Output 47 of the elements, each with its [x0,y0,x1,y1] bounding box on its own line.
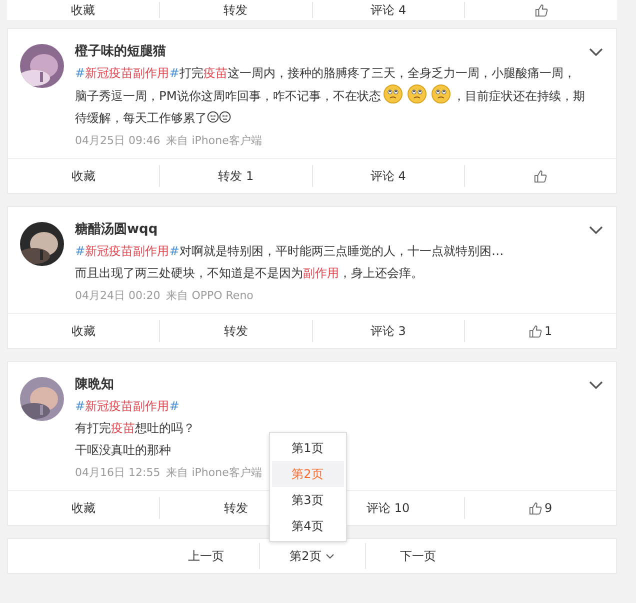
author-name[interactable]: 橙子味的短腿猫 [75,42,585,62]
like-button[interactable] [534,170,547,182]
post-text: 干呕没真吐的那种 [75,442,171,459]
emoji-icon [406,84,427,104]
emoji-icon [207,111,219,123]
action-link[interactable]: 收藏 [72,322,96,340]
like-button[interactable]: 9 [528,501,552,515]
thumbs-up-icon [534,170,547,182]
action-link[interactable]: 评论 10 [366,500,410,516]
page-option[interactable]: 第1页 [272,435,344,461]
action-link[interactable]: 转发 [224,322,248,340]
emoji-icon [219,111,231,123]
caret-icon [326,554,334,558]
page-select[interactable]: 第2页 [290,548,334,564]
action-link[interactable]: 收藏 [72,500,96,516]
post-text: #新冠疫苗副作用#打完疫苗这一周内，接种的胳膊疼了三天，全身乏力一周，小腿酸痛一周，脑子秀逗一周，PM说你这周咋回事，咋不记事，不在状态 ，目前症状还在持续，期待缓解，每天工作够累了 [75,65,585,127]
action-link[interactable]: 评论 3 [370,322,406,340]
post-text: #新冠疫苗副作用# [75,398,180,415]
action-link[interactable]: 收藏 [72,168,96,184]
page-option[interactable]: 第4页 [272,513,344,539]
thumbs-up-icon [528,502,542,514]
emoji-icon [430,84,451,104]
page-option[interactable]: 第3页 [272,487,344,513]
chevron-down-icon[interactable] [589,381,603,390]
post-source: 来自 OPPO Reno [166,288,254,303]
post-text: 有打完疫苗想吐的吗？ [75,420,195,437]
action-link[interactable]: 转发 [224,500,248,516]
like-button[interactable]: 1 [528,324,552,338]
post-text: 而且出现了两三处硬块，不知道是不是因为副作用，身上还会痒。 [75,265,423,282]
thumbs-up-icon [528,324,542,338]
action-link[interactable]: 收藏 [7,2,159,18]
post-source: 来自 iPhone客户端 [166,465,262,480]
action-link[interactable]: 评论 4 [312,2,464,18]
action-link[interactable]: 转发 1 [218,168,254,184]
thumbs-up-icon [534,4,548,16]
author-name[interactable]: 陳晩知 [75,375,585,395]
chevron-down-icon[interactable] [589,48,603,57]
post-source: 来自 iPhone客户端 [166,133,262,148]
author-name[interactable]: 糖醋汤圆wqq [75,220,585,240]
next-page-link[interactable]: 下一页 [400,548,436,564]
post-text: #新冠疫苗副作用#对啊就是特别困，平时能两三点睡觉的人，十一点就特别困… [75,243,504,260]
like-button[interactable] [534,4,548,16]
chevron-down-icon[interactable] [589,226,603,235]
prev-page-link[interactable]: 上一页 [188,548,224,564]
action-link[interactable]: 评论 4 [370,168,406,184]
emoji-icon [382,84,403,104]
action-link[interactable]: 转发 [158,2,312,18]
